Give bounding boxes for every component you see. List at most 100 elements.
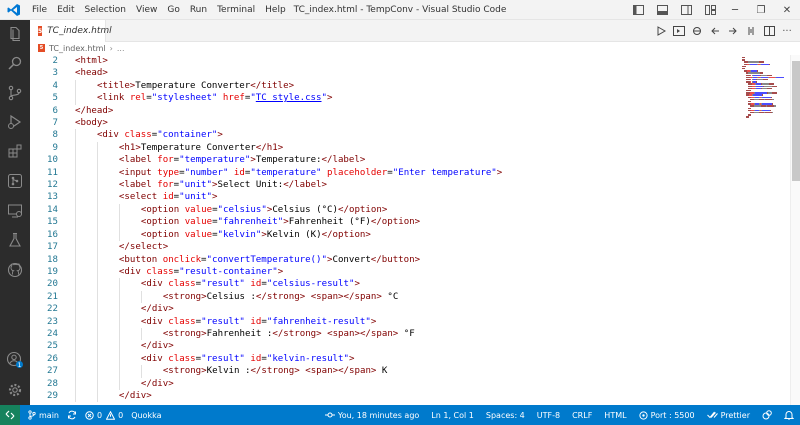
tab-tc-index-html[interactable]: 5 TC_index.html — [30, 20, 112, 42]
code-line[interactable]: 17 </select> — [30, 241, 738, 254]
minimize-button[interactable]: ─ — [722, 0, 748, 20]
remote-indicator[interactable] — [0, 405, 20, 425]
indentation[interactable]: Spaces: 4 — [486, 411, 525, 420]
line-number[interactable]: 14 — [30, 204, 58, 216]
prettier-indicator[interactable]: Prettier — [706, 411, 750, 420]
code-line[interactable]: 14 <option value="celsius">Celsius (°C)</… — [30, 203, 738, 217]
more-actions-icon[interactable]: ··· — [779, 23, 795, 39]
menu-selection[interactable]: Selection — [80, 5, 131, 15]
code-line[interactable]: 10 <label for="temperature">Temperature:<… — [30, 154, 738, 167]
menu-file[interactable]: File — [27, 5, 52, 15]
line-number[interactable]: 5 — [30, 92, 58, 104]
breadcrumb-more[interactable]: ... — [117, 44, 125, 53]
code-line[interactable]: 20 <div class="result" id="celsius-result… — [30, 278, 738, 291]
go-back-icon[interactable] — [707, 23, 723, 39]
line-number[interactable]: 8 — [30, 129, 58, 141]
line-number[interactable]: 7 — [30, 117, 58, 129]
toggle-secondary-sidebar-icon[interactable] — [679, 3, 693, 17]
code-line[interactable]: 6 </head> — [30, 105, 738, 117]
account-icon[interactable]: 1 — [5, 350, 25, 370]
line-number[interactable]: 29 — [30, 390, 58, 402]
run-debug-icon[interactable] — [5, 112, 25, 132]
line-number[interactable]: 4 — [30, 80, 58, 92]
branch-indicator[interactable]: main — [28, 410, 59, 420]
breadcrumb-file[interactable]: TC_index.html — [49, 44, 106, 53]
open-changes-icon[interactable] — [689, 23, 705, 39]
restore-button[interactable]: ❐ — [748, 0, 774, 20]
line-number[interactable]: 21 — [30, 291, 58, 303]
quokka-indicator[interactable]: Quokka — [131, 411, 161, 420]
code-line[interactable]: 7 <body> — [30, 117, 738, 129]
line-number[interactable]: 25 — [30, 340, 58, 352]
code-line[interactable]: 21 <strong>Celsius :</strong> <span></spa… — [30, 290, 738, 304]
code-line[interactable]: 28 </div> — [30, 377, 738, 390]
line-number[interactable]: 23 — [30, 316, 58, 328]
code-line[interactable]: 24 <strong>Fahrenheit :</strong> <span></… — [30, 327, 738, 341]
menu-go[interactable]: Go — [162, 5, 184, 15]
live-preview-icon[interactable] — [671, 23, 687, 39]
feedback-icon[interactable] — [762, 410, 772, 420]
code-line[interactable]: 15 <option value="fahrenheit">Fahrenheit … — [30, 216, 738, 229]
code-line[interactable]: 4 <title>Temperature Converter</title> — [30, 79, 738, 93]
code-line[interactable]: 22 </div> — [30, 303, 738, 316]
git-blame-indicator[interactable]: You, 18 minutes ago — [324, 411, 419, 420]
encoding[interactable]: UTF-8 — [537, 411, 560, 420]
line-number[interactable]: 20 — [30, 278, 58, 290]
code-line[interactable]: 5 <link rel="stylesheet" href="TC_style.c… — [30, 92, 738, 105]
line-number[interactable]: 27 — [30, 365, 58, 377]
cursor-position[interactable]: Ln 1, Col 1 — [431, 411, 474, 420]
menu-view[interactable]: View — [131, 5, 162, 15]
line-number[interactable]: 2 — [30, 55, 58, 67]
line-number[interactable]: 16 — [30, 229, 58, 241]
code-line[interactable]: 25 </div> — [30, 340, 738, 353]
toggle-panel-icon[interactable] — [655, 3, 669, 17]
scrollbar-thumb[interactable] — [792, 61, 800, 181]
line-number[interactable]: 10 — [30, 154, 58, 166]
code-line[interactable]: 12 <label for="unit">Select Unit:</label> — [30, 179, 738, 192]
menu-edit[interactable]: Edit — [52, 5, 79, 15]
search-icon[interactable] — [5, 53, 25, 73]
problems-indicator[interactable]: 0 0 — [85, 410, 123, 420]
code-line[interactable]: 8 <div class="container"> — [30, 129, 738, 142]
code-line[interactable]: 29 </div> — [30, 389, 738, 403]
menu-help[interactable]: Help — [260, 5, 291, 15]
line-number[interactable]: 18 — [30, 254, 58, 266]
testing-icon[interactable] — [5, 230, 25, 250]
token-link[interactable]: TC_style.css — [256, 93, 322, 103]
code-line[interactable]: 19 <div class="result-container"> — [30, 265, 738, 279]
line-number[interactable]: 9 — [30, 142, 58, 154]
menu-run[interactable]: Run — [185, 5, 212, 15]
toggle-sidebar-icon[interactable] — [631, 3, 645, 17]
code-line[interactable]: 26 <div class="result" id="kelvin-result"… — [30, 352, 738, 366]
vertical-scrollbar[interactable] — [790, 55, 800, 405]
show-changes-icon[interactable] — [743, 23, 759, 39]
settings-icon[interactable] — [5, 380, 25, 400]
code-line[interactable]: 3 <head> — [30, 67, 738, 79]
line-number[interactable]: 28 — [30, 378, 58, 390]
extensions-icon[interactable] — [5, 141, 25, 161]
code-line[interactable]: 23 <div class="result" id="fahrenheit-res… — [30, 315, 738, 328]
code-line[interactable]: 13 <select id="unit"> — [30, 191, 738, 204]
line-number[interactable]: 22 — [30, 303, 58, 315]
github-icon[interactable] — [5, 260, 25, 280]
line-number[interactable]: 26 — [30, 353, 58, 365]
customize-layout-icon[interactable] — [703, 3, 717, 17]
line-ending[interactable]: CRLF — [572, 411, 592, 420]
live-server-port[interactable]: Port : 5500 — [638, 411, 695, 420]
line-number[interactable]: 11 — [30, 167, 58, 179]
sync-icon[interactable] — [67, 410, 77, 420]
minimap[interactable] — [740, 55, 786, 405]
code-line[interactable]: 11 <input type="number" id="temperature" … — [30, 166, 738, 180]
code-editor[interactable]: 2 <html> 3 <head> 4 <title>Temperature Conver… — [30, 55, 738, 405]
git-graph-icon[interactable] — [5, 171, 25, 191]
run-icon[interactable] — [653, 23, 669, 39]
line-number[interactable]: 17 — [30, 241, 58, 253]
code-line[interactable]: 9 <h1>Temperature Converter</h1> — [30, 141, 738, 155]
code-line[interactable]: 16 <option value="kelvin">Kelvin (K)</opt… — [30, 228, 738, 242]
line-number[interactable]: 3 — [30, 67, 58, 79]
language-mode[interactable]: HTML — [604, 411, 626, 420]
line-number[interactable]: 13 — [30, 191, 58, 203]
notifications-icon[interactable] — [784, 410, 794, 420]
line-number[interactable]: 15 — [30, 216, 58, 228]
code-line[interactable]: 18 <button onclick="convertTemperature()"… — [30, 253, 738, 266]
